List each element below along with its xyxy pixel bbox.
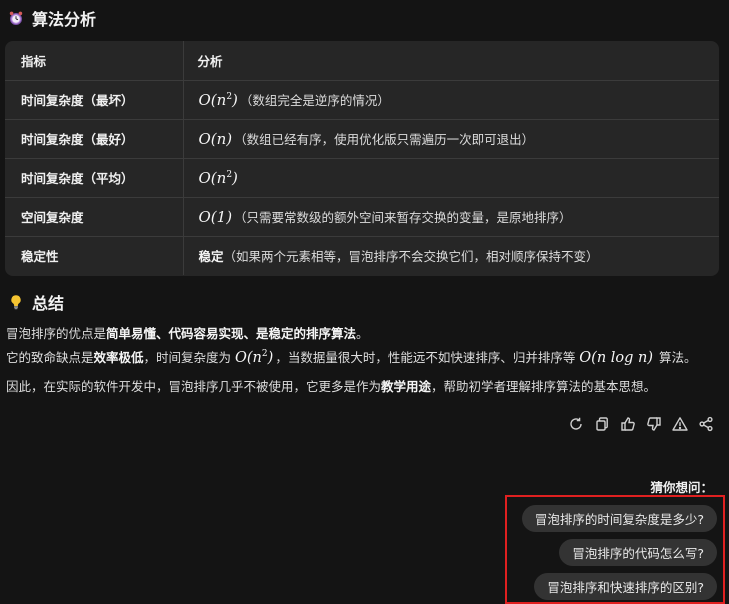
table-row: 稳定性 稳定（如果两个元素相等，冒泡排序不会交换它们，相对顺序保持不变） [5,236,719,275]
math-expression: O(n) [198,130,233,148]
table-row: 时间复杂度（平均） O(n2) [5,158,719,198]
bold-segment: 简单易懂、代码容易实现、是稳定的排序算法 [106,326,357,341]
analysis-description: （数组完全是逆序的情况） [239,93,390,108]
table-row: 空间复杂度 O(1) （只需要常数级的额外空间来暂存交换的变量，是原地排序） [5,197,719,237]
analysis-cell: O(n2) [183,158,719,198]
analysis-table: 指标 分析 时间复杂度（最坏） O(n2) （数组完全是逆序的情况） 时间复杂度（最好… [5,41,719,276]
analysis-title: 算法分析 [32,10,97,29]
table-row: 时间复杂度（最坏） O(n2) （数组完全是逆序的情况） [5,80,719,120]
math-expression: O(n2) [235,349,274,366]
warning-icon[interactable] [671,415,689,433]
copy-icon[interactable] [593,415,611,433]
bold-segment: 效率极低 [93,349,144,365]
suggestion-chip[interactable]: 冒泡排序的时间复杂度是多少? [521,505,717,532]
analysis-cell: 稳定（如果两个元素相等，冒泡排序不会交换它们，相对顺序保持不变） [183,236,719,275]
text-segment: 。 [356,326,369,341]
text-segment: ，当数据量很大时，性能远不如快速排序、归并排序等 [275,349,580,365]
summary-title: 总结 [32,294,65,313]
alarm-clock-icon [8,10,24,26]
analysis-cell: O(1) （只需要常数级的额外空间来暂存交换的变量，是原地排序） [183,197,719,237]
analysis-cell: O(n) （数组已经有序，使用优化版只需遍历一次即可退出） [183,119,719,159]
summary-line-advantage: 冒泡排序的优点是简单易懂、代码容易实现、是稳定的排序算法。 [6,323,722,344]
suggestions-highlight-box: 冒泡排序的时间复杂度是多少? 冒泡排序的代码怎么写? 冒泡排序和快速排序的区别? [505,495,725,604]
math-expression: O(n2) [198,91,238,109]
column-header-analysis: 分析 [183,41,719,81]
lightbulb-icon [8,294,24,310]
metric-cell: 稳定性 [5,236,184,275]
analysis-cell: O(n2) （数组完全是逆序的情况） [183,80,719,120]
math-expression: O(1) [198,208,233,226]
math-expression: O(n2) [198,168,238,187]
suggestion-chip[interactable]: 冒泡排序和快速排序的区别? [534,573,717,600]
thumbs-up-icon[interactable] [619,415,637,433]
analysis-heading: 算法分析 [8,6,96,30]
thumbs-down-icon[interactable] [645,415,663,433]
bold-segment: 教学用途 [381,379,432,394]
suggestions-label: 猜你想问： [650,480,713,495]
text-segment: 它的致命缺点是 [6,349,94,365]
suggestion-chip[interactable]: 冒泡排序的代码怎么写? [559,539,717,566]
metric-cell: 时间复杂度（最坏） [5,80,184,120]
text-segment: ，帮助初学者理解排序算法的基本思想。 [431,379,657,394]
metric-cell: 时间复杂度（最好） [5,119,184,159]
metric-cell: 空间复杂度 [5,197,184,237]
text-segment: ，时间复杂度为 [143,349,236,365]
analysis-description: （数组已经有序，使用优化版只需遍历一次即可退出） [234,132,535,147]
text-segment: 因此，在实际的软件开发中，冒泡排序几乎不被使用，它更多是作为 [6,379,382,394]
refresh-icon[interactable] [567,415,585,433]
summary-line-disadvantage: 它的致命缺点是效率极低，时间复杂度为 O(n2) ，当数据量很大时，性能远不如快速… [6,344,722,369]
metric-cell: 时间复杂度（平均） [5,158,184,198]
message-actions [567,415,715,433]
table-row: 时间复杂度（最好） O(n) （数组已经有序，使用优化版只需遍历一次即可退出） [5,119,719,159]
analysis-description: （如果两个元素相等，冒泡排序不会交换它们，相对顺序保持不变） [223,249,599,265]
summary-paragraph-1: 冒泡排序的优点是简单易懂、代码容易实现、是稳定的排序算法。 它的致命缺点是效率极… [6,323,722,369]
column-header-metric: 指标 [5,41,184,81]
text-segment: 算法。 [655,349,697,365]
text-segment: 冒泡排序的优点是 [6,326,107,341]
table-header-row: 指标 分析 [5,41,719,81]
summary-heading: 总结 [8,290,64,314]
summary-paragraph-2: 因此，在实际的软件开发中，冒泡排序几乎不被使用，它更多是作为教学用途，帮助初学者… [6,376,722,397]
share-icon[interactable] [697,415,715,433]
math-expression: O(n log n) [579,349,654,366]
analysis-description: （只需要常数级的额外空间来暂存交换的变量，是原地排序） [234,210,572,225]
bold-value: 稳定 [198,249,224,265]
